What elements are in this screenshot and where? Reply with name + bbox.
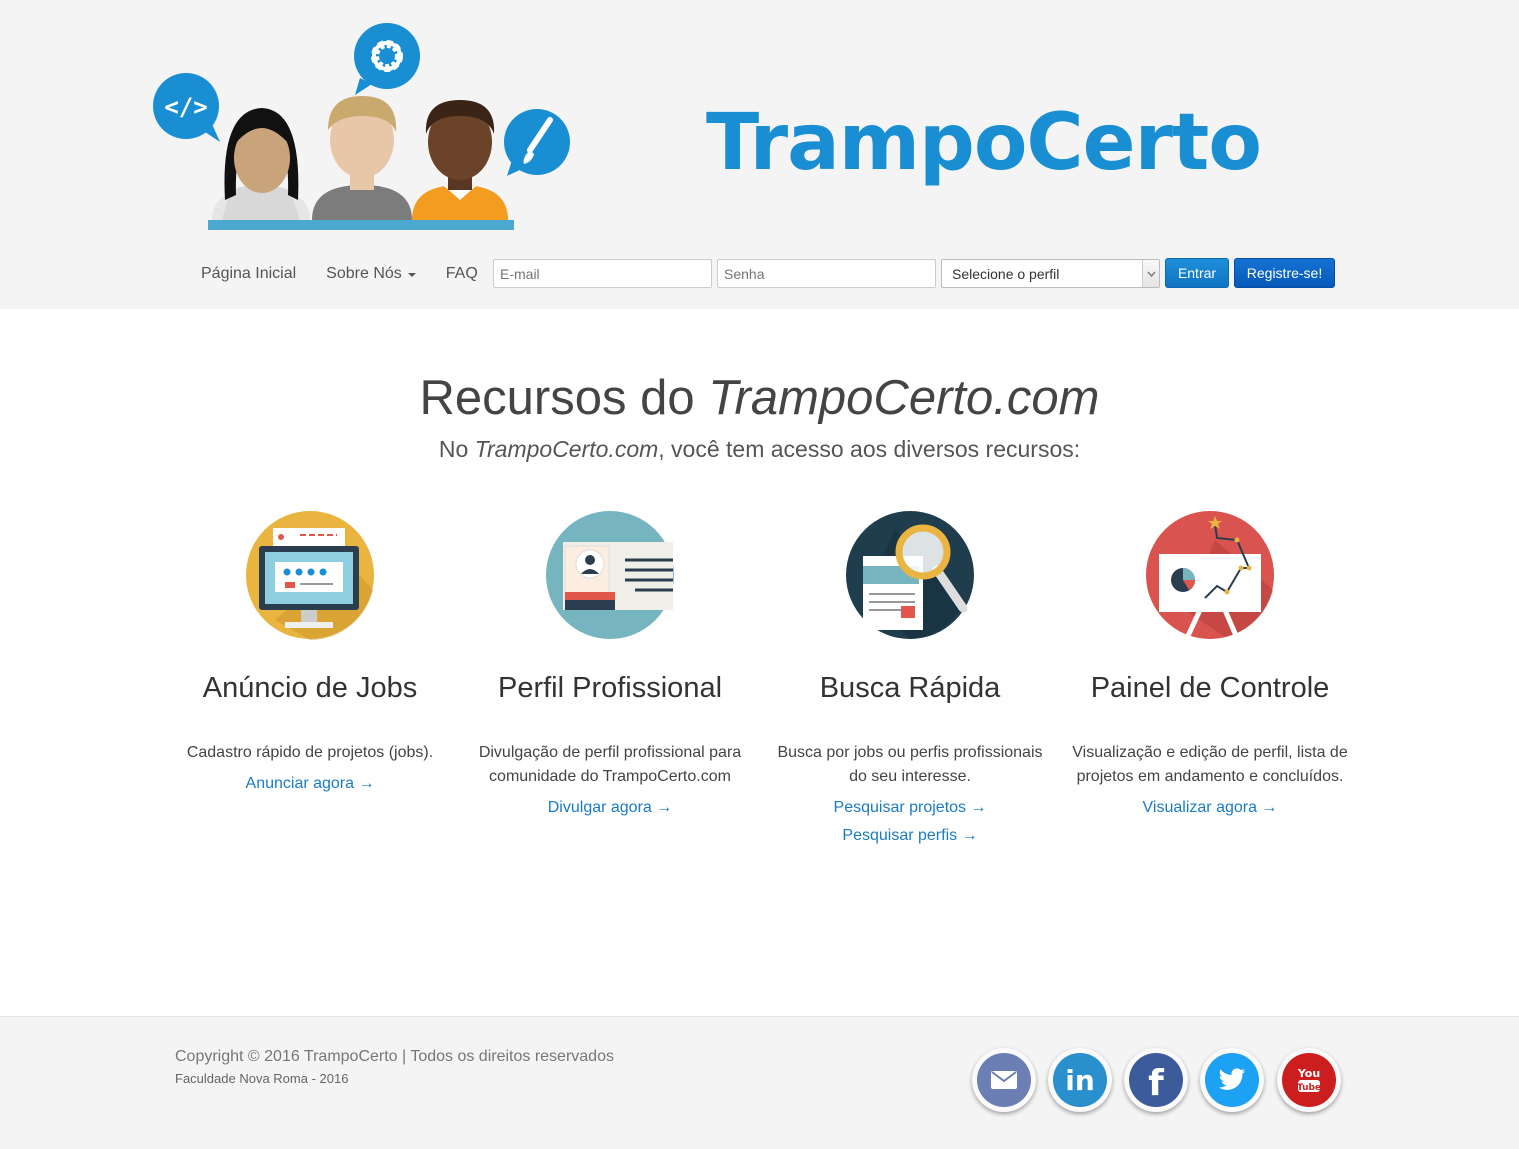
profile-select[interactable]: Selecione o perfil bbox=[941, 259, 1160, 288]
subtitle-suffix: , você tem acesso aos diversos recursos: bbox=[658, 436, 1081, 462]
feature-description: Busca por jobs ou perfis profissionais d… bbox=[777, 744, 1043, 785]
feature-job-posting: Anúncio de Jobs Cadastro rápido de proje… bbox=[160, 510, 460, 793]
link-post-job[interactable]: Anunciar agora → bbox=[160, 775, 460, 793]
gear-bubble-icon bbox=[354, 23, 420, 95]
brand-title: TrampoCerto bbox=[706, 98, 1262, 188]
subtitle-prefix: No bbox=[438, 436, 475, 462]
svg-text:</>: </> bbox=[164, 93, 207, 121]
team-illustration: </> bbox=[153, 23, 570, 230]
profile-card-icon bbox=[545, 510, 675, 640]
email-icon bbox=[977, 1053, 1031, 1107]
brush-bubble-icon bbox=[504, 109, 570, 176]
person-man-blond bbox=[312, 96, 412, 220]
feature-description: Visualização e edição de perfil, lista d… bbox=[1072, 744, 1348, 785]
feature-quick-search: Busca Rápida Busca por jobs ou perfis pr… bbox=[760, 510, 1060, 845]
main-nav: Página Inicial Sobre Nós FAQ bbox=[186, 256, 493, 292]
institution-text: Faculdade Nova Roma - 2016 bbox=[175, 1071, 349, 1086]
register-button[interactable]: Registre-se! bbox=[1234, 258, 1335, 288]
dashboard-icon bbox=[1145, 510, 1275, 640]
monitor-icon bbox=[245, 510, 375, 640]
youtube-icon: You Tube bbox=[1282, 1053, 1336, 1107]
youtube-button[interactable]: You Tube bbox=[1277, 1048, 1341, 1112]
copyright-text: Copyright © 2016 TrampoCerto | Todos os … bbox=[175, 1048, 614, 1065]
linkedin-icon: in bbox=[1053, 1053, 1107, 1107]
email-input[interactable] bbox=[493, 259, 712, 288]
header: </> TrampoCerto Página Inicial Sobre Nós… bbox=[0, 0, 1519, 309]
feature-description: Cadastro rápido de projetos (jobs). bbox=[186, 744, 434, 761]
caret-down-icon bbox=[407, 273, 416, 277]
link-search-profiles[interactable]: Pesquisar perfis → bbox=[760, 827, 1060, 845]
nav-home[interactable]: Página Inicial bbox=[186, 265, 311, 283]
person-man-dark bbox=[412, 100, 508, 220]
link-search-projects[interactable]: Pesquisar projetos → bbox=[760, 799, 1060, 817]
page-subtitle: No TrampoCerto.com, você tem acesso aos … bbox=[0, 436, 1519, 463]
page-title-brand: TrampoCerto.com bbox=[708, 371, 1100, 425]
magnifier-icon bbox=[845, 510, 975, 640]
link-publish-profile[interactable]: Divulgar agora → bbox=[460, 799, 760, 817]
feature-dashboard: Painel de Controle Visualização e edição… bbox=[1060, 510, 1360, 817]
twitter-icon bbox=[1205, 1053, 1259, 1107]
login-button[interactable]: Entrar bbox=[1165, 258, 1229, 288]
password-input[interactable] bbox=[717, 259, 936, 288]
feature-title: Busca Rápida bbox=[819, 672, 1001, 704]
person-woman bbox=[212, 108, 310, 220]
svg-text:Tube: Tube bbox=[1297, 1083, 1321, 1093]
link-view-dashboard[interactable]: Visualizar agora → bbox=[1060, 799, 1360, 817]
nav-about-label: Sobre Nós bbox=[326, 265, 402, 282]
code-bubble-icon: </> bbox=[153, 73, 220, 142]
profile-select-value: Selecione o perfil bbox=[952, 265, 1060, 282]
nav-faq[interactable]: FAQ bbox=[431, 265, 493, 283]
feature-description: Divulgação de perfil profissional para c… bbox=[478, 744, 742, 785]
email-button[interactable] bbox=[972, 1048, 1036, 1112]
feature-title: Painel de Controle bbox=[1090, 672, 1330, 704]
feature-professional-profile: Perfil Profissional Divulgação de perfil… bbox=[460, 510, 760, 817]
nav-about-dropdown[interactable]: Sobre Nós bbox=[311, 265, 431, 283]
subtitle-brand: TrampoCerto.com bbox=[474, 436, 659, 462]
page-title-prefix: Recursos do bbox=[419, 371, 709, 425]
twitter-button[interactable] bbox=[1200, 1048, 1264, 1112]
facebook-icon: f bbox=[1129, 1053, 1183, 1107]
facebook-button[interactable]: f bbox=[1124, 1048, 1188, 1112]
chevron-down-icon bbox=[1142, 260, 1159, 287]
page-title: Recursos do TrampoCerto.com bbox=[0, 370, 1519, 426]
linkedin-button[interactable]: in bbox=[1048, 1048, 1112, 1112]
feature-title: Perfil Profissional bbox=[497, 672, 723, 704]
svg-text:You: You bbox=[1297, 1067, 1320, 1080]
feature-title: Anúncio de Jobs bbox=[202, 672, 418, 704]
